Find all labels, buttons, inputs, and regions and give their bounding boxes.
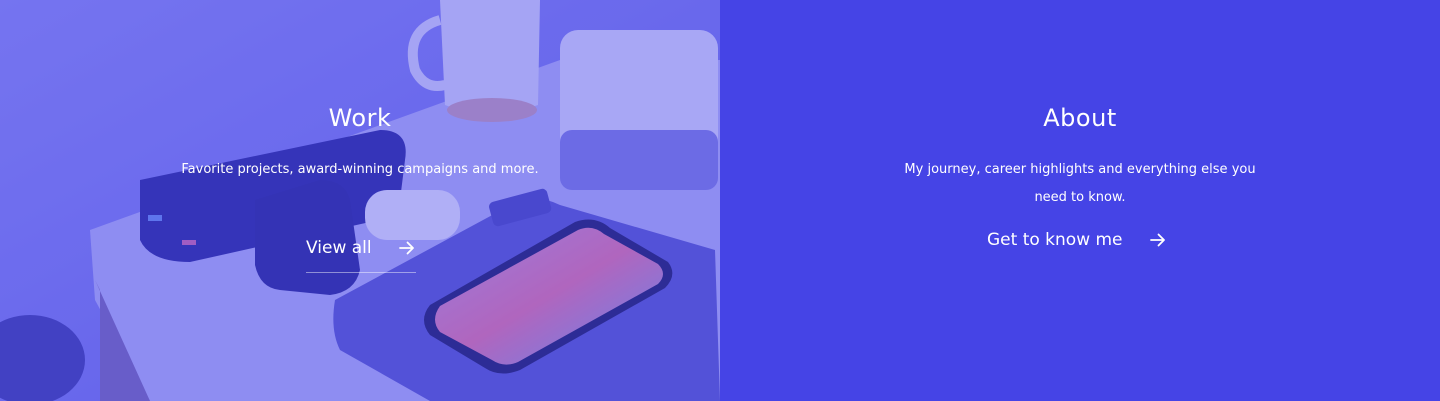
view-all-underline bbox=[306, 272, 416, 273]
view-all-label: View all bbox=[306, 238, 372, 258]
work-title: Work bbox=[328, 104, 392, 132]
about-description: My journey, career highlights and everyt… bbox=[904, 162, 1256, 205]
arrow-right-icon bbox=[1149, 233, 1165, 247]
about-title: About bbox=[1043, 104, 1117, 132]
arrow-right-icon bbox=[398, 241, 414, 255]
purple-overlay bbox=[0, 0, 720, 401]
work-panel[interactable]: Work Favorite projects, award-winning ca… bbox=[0, 0, 720, 401]
get-to-know-me-link[interactable]: Get to know me bbox=[987, 230, 1167, 250]
work-description: Favorite projects, award-winning campaig… bbox=[181, 162, 539, 177]
portfolio-sections: Work Favorite projects, award-winning ca… bbox=[0, 0, 1440, 401]
about-panel[interactable]: About My journey, career highlights and … bbox=[720, 0, 1440, 401]
view-all-link[interactable]: View all bbox=[306, 238, 416, 258]
get-to-know-me-label: Get to know me bbox=[987, 230, 1123, 250]
